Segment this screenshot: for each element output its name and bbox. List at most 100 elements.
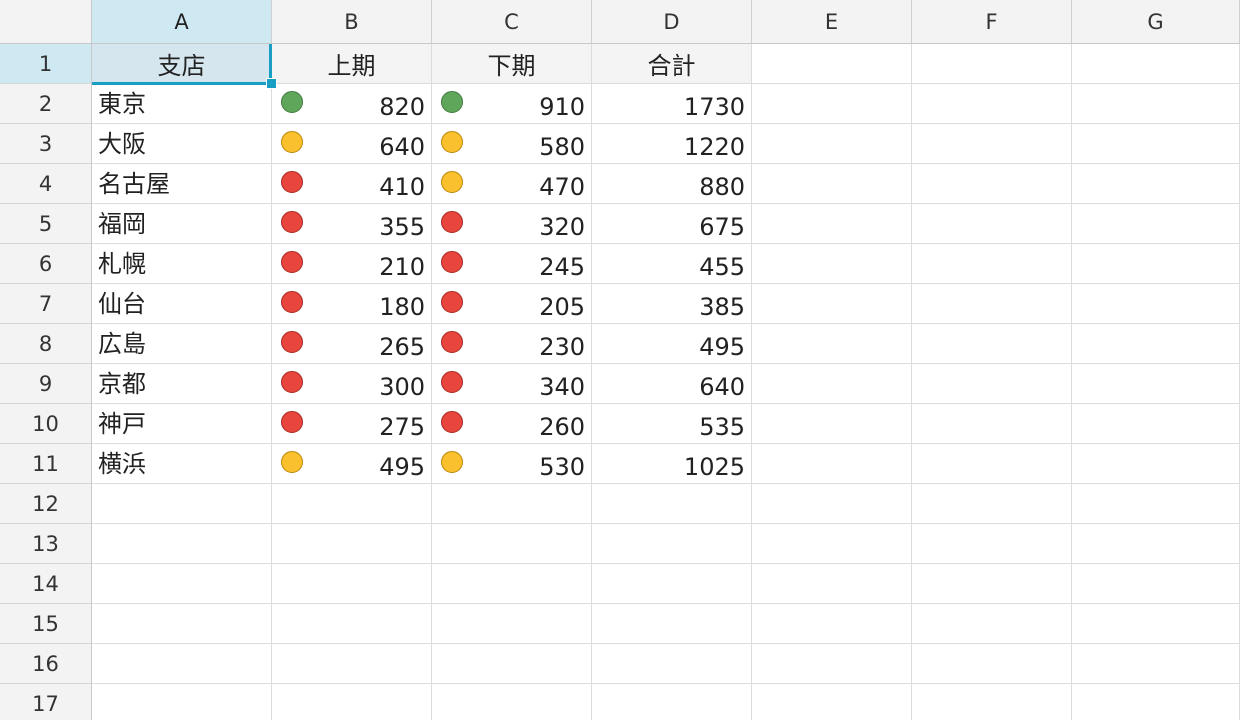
row-header-16[interactable]: 16 (0, 644, 92, 684)
cell-c13[interactable] (432, 524, 592, 564)
column-header-e[interactable]: E (752, 0, 912, 44)
row-header-6[interactable]: 6 (0, 244, 92, 284)
cell-e11[interactable] (752, 444, 912, 484)
row-header-3[interactable]: 3 (0, 124, 92, 164)
cell-a12[interactable] (92, 484, 272, 524)
cell-c14[interactable] (432, 564, 592, 604)
cell-a5[interactable]: 福岡 (92, 204, 272, 244)
cell-c7[interactable]: 205 (432, 284, 592, 324)
cell-b16[interactable] (272, 644, 432, 684)
column-header-d[interactable]: D (592, 0, 752, 44)
cell-f15[interactable] (912, 604, 1072, 644)
cell-d4[interactable]: 880 (592, 164, 752, 204)
cell-e15[interactable] (752, 604, 912, 644)
cell-f7[interactable] (912, 284, 1072, 324)
row-header-13[interactable]: 13 (0, 524, 92, 564)
cell-f8[interactable] (912, 324, 1072, 364)
cell-a7[interactable]: 仙台 (92, 284, 272, 324)
cell-f12[interactable] (912, 484, 1072, 524)
column-header-a[interactable]: A (92, 0, 272, 44)
cell-d9[interactable]: 640 (592, 364, 752, 404)
cell-b12[interactable] (272, 484, 432, 524)
cell-f11[interactable] (912, 444, 1072, 484)
cell-g14[interactable] (1072, 564, 1240, 604)
fill-handle[interactable] (266, 78, 277, 89)
cell-c11[interactable]: 530 (432, 444, 592, 484)
cell-d15[interactable] (592, 604, 752, 644)
cell-e3[interactable] (752, 124, 912, 164)
cell-g17[interactable] (1072, 684, 1240, 720)
cell-e14[interactable] (752, 564, 912, 604)
cell-f2[interactable] (912, 84, 1072, 124)
cell-b3[interactable]: 640 (272, 124, 432, 164)
row-header-1[interactable]: 1 (0, 44, 92, 84)
cell-e5[interactable] (752, 204, 912, 244)
cell-g3[interactable] (1072, 124, 1240, 164)
cell-c17[interactable] (432, 684, 592, 720)
cell-b1[interactable]: 上期 (272, 44, 432, 84)
cell-d10[interactable]: 535 (592, 404, 752, 444)
cell-c2[interactable]: 910 (432, 84, 592, 124)
cell-g4[interactable] (1072, 164, 1240, 204)
cell-d2[interactable]: 1730 (592, 84, 752, 124)
cell-e12[interactable] (752, 484, 912, 524)
column-header-g[interactable]: G (1072, 0, 1240, 44)
cell-e10[interactable] (752, 404, 912, 444)
cell-a1[interactable]: 支店 (92, 44, 272, 84)
row-header-15[interactable]: 15 (0, 604, 92, 644)
cell-f1[interactable] (912, 44, 1072, 84)
cell-g13[interactable] (1072, 524, 1240, 564)
row-header-11[interactable]: 11 (0, 444, 92, 484)
cell-c3[interactable]: 580 (432, 124, 592, 164)
cell-a8[interactable]: 広島 (92, 324, 272, 364)
cell-e6[interactable] (752, 244, 912, 284)
cell-c1[interactable]: 下期 (432, 44, 592, 84)
cell-b4[interactable]: 410 (272, 164, 432, 204)
cell-g5[interactable] (1072, 204, 1240, 244)
cell-g10[interactable] (1072, 404, 1240, 444)
cell-b7[interactable]: 180 (272, 284, 432, 324)
cell-a17[interactable] (92, 684, 272, 720)
row-header-5[interactable]: 5 (0, 204, 92, 244)
cell-f13[interactable] (912, 524, 1072, 564)
cell-a6[interactable]: 札幌 (92, 244, 272, 284)
cell-d14[interactable] (592, 564, 752, 604)
column-header-c[interactable]: C (432, 0, 592, 44)
cell-d12[interactable] (592, 484, 752, 524)
cell-g15[interactable] (1072, 604, 1240, 644)
row-header-10[interactable]: 10 (0, 404, 92, 444)
cell-e7[interactable] (752, 284, 912, 324)
cell-c8[interactable]: 230 (432, 324, 592, 364)
cell-e16[interactable] (752, 644, 912, 684)
cell-c10[interactable]: 260 (432, 404, 592, 444)
row-header-7[interactable]: 7 (0, 284, 92, 324)
cell-b17[interactable] (272, 684, 432, 720)
column-header-f[interactable]: F (912, 0, 1072, 44)
row-header-8[interactable]: 8 (0, 324, 92, 364)
row-header-14[interactable]: 14 (0, 564, 92, 604)
cell-d11[interactable]: 1025 (592, 444, 752, 484)
cell-f4[interactable] (912, 164, 1072, 204)
cell-e9[interactable] (752, 364, 912, 404)
cell-c9[interactable]: 340 (432, 364, 592, 404)
cell-g12[interactable] (1072, 484, 1240, 524)
cell-d17[interactable] (592, 684, 752, 720)
cell-b10[interactable]: 275 (272, 404, 432, 444)
cell-a16[interactable] (92, 644, 272, 684)
cell-d5[interactable]: 675 (592, 204, 752, 244)
cell-c5[interactable]: 320 (432, 204, 592, 244)
cell-g8[interactable] (1072, 324, 1240, 364)
cell-c6[interactable]: 245 (432, 244, 592, 284)
cell-e4[interactable] (752, 164, 912, 204)
row-header-17[interactable]: 17 (0, 684, 92, 720)
cell-b14[interactable] (272, 564, 432, 604)
cell-b2[interactable]: 820 (272, 84, 432, 124)
cell-b5[interactable]: 355 (272, 204, 432, 244)
cell-a9[interactable]: 京都 (92, 364, 272, 404)
row-header-9[interactable]: 9 (0, 364, 92, 404)
cell-g7[interactable] (1072, 284, 1240, 324)
cell-g1[interactable] (1072, 44, 1240, 84)
cell-d16[interactable] (592, 644, 752, 684)
cell-e1[interactable] (752, 44, 912, 84)
cell-d1[interactable]: 合計 (592, 44, 752, 84)
